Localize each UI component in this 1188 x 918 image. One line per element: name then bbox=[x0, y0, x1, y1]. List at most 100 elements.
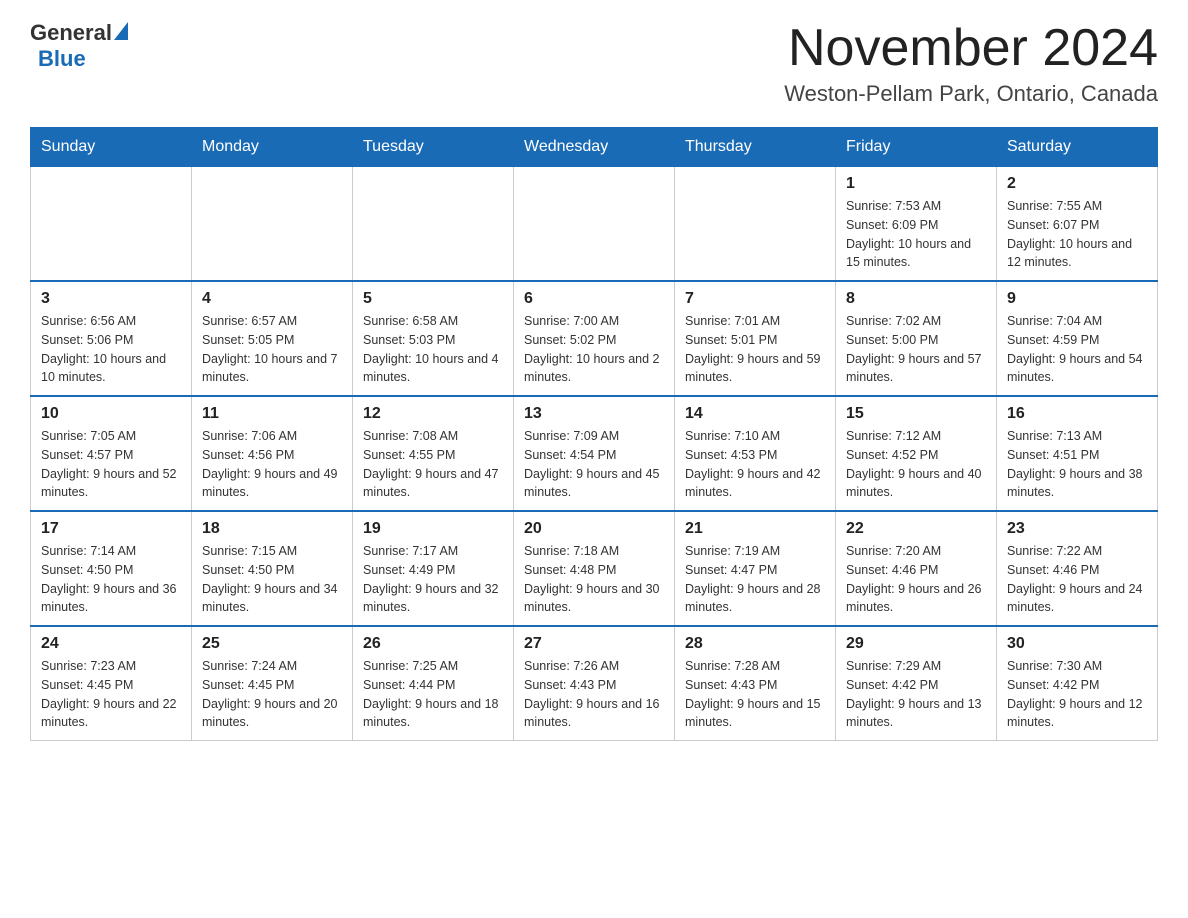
page-header: General Blue November 2024 Weston-Pellam… bbox=[30, 20, 1158, 107]
week-row-4: 17 Sunrise: 7:14 AMSunset: 4:50 PMDayligh… bbox=[31, 511, 1158, 626]
day-number: 8 bbox=[846, 290, 986, 308]
day-info: Sunrise: 7:02 AMSunset: 5:00 PMDaylight:… bbox=[846, 312, 986, 387]
day-cell bbox=[192, 167, 353, 282]
day-number: 13 bbox=[524, 405, 664, 423]
month-title: November 2024 bbox=[784, 20, 1158, 77]
day-info: Sunrise: 7:25 AMSunset: 4:44 PMDaylight:… bbox=[363, 657, 503, 732]
day-number: 4 bbox=[202, 290, 342, 308]
day-info: Sunrise: 7:08 AMSunset: 4:55 PMDaylight:… bbox=[363, 427, 503, 502]
day-number: 25 bbox=[202, 635, 342, 653]
day-cell: 5 Sunrise: 6:58 AMSunset: 5:03 PMDaylight… bbox=[353, 281, 514, 396]
day-number: 7 bbox=[685, 290, 825, 308]
week-row-5: 24Sunrise: 7:23 AMSunset: 4:45 PMDayligh… bbox=[31, 626, 1158, 741]
calendar-header-row: SundayMondayTuesdayWednesdayThursdayFrid… bbox=[31, 128, 1158, 167]
day-cell: 17 Sunrise: 7:14 AMSunset: 4:50 PMDayligh… bbox=[31, 511, 192, 626]
day-number: 28 bbox=[685, 635, 825, 653]
day-cell: 2 Sunrise: 7:55 AMSunset: 6:07 PMDaylight… bbox=[997, 167, 1158, 282]
week-row-1: 1 Sunrise: 7:53 AMSunset: 6:09 PMDaylight… bbox=[31, 167, 1158, 282]
day-info: Sunrise: 7:23 AMSunset: 4:45 PMDaylight:… bbox=[41, 657, 181, 732]
day-cell: 1 Sunrise: 7:53 AMSunset: 6:09 PMDaylight… bbox=[836, 167, 997, 282]
day-cell: 10 Sunrise: 7:05 AMSunset: 4:57 PMDayligh… bbox=[31, 396, 192, 511]
day-number: 17 bbox=[41, 520, 181, 538]
week-row-2: 3 Sunrise: 6:56 AMSunset: 5:06 PMDaylight… bbox=[31, 281, 1158, 396]
day-number: 5 bbox=[363, 290, 503, 308]
day-cell: 3 Sunrise: 6:56 AMSunset: 5:06 PMDaylight… bbox=[31, 281, 192, 396]
day-info: Sunrise: 7:26 AMSunset: 4:43 PMDaylight:… bbox=[524, 657, 664, 732]
day-cell: 27Sunrise: 7:26 AMSunset: 4:43 PMDayligh… bbox=[514, 626, 675, 741]
day-cell: 21 Sunrise: 7:19 AMSunset: 4:47 PMDayligh… bbox=[675, 511, 836, 626]
day-info: Sunrise: 7:04 AMSunset: 4:59 PMDaylight:… bbox=[1007, 312, 1147, 387]
day-info: Sunrise: 6:56 AMSunset: 5:06 PMDaylight:… bbox=[41, 312, 181, 387]
day-cell: 14Sunrise: 7:10 AMSunset: 4:53 PMDayligh… bbox=[675, 396, 836, 511]
day-number: 19 bbox=[363, 520, 503, 538]
day-info: Sunrise: 7:06 AMSunset: 4:56 PMDaylight:… bbox=[202, 427, 342, 502]
day-info: Sunrise: 7:19 AMSunset: 4:47 PMDaylight:… bbox=[685, 542, 825, 617]
day-number: 2 bbox=[1007, 175, 1147, 193]
calendar-table: SundayMondayTuesdayWednesdayThursdayFrid… bbox=[30, 127, 1158, 741]
header-thursday: Thursday bbox=[675, 128, 836, 167]
day-cell: 11 Sunrise: 7:06 AMSunset: 4:56 PMDayligh… bbox=[192, 396, 353, 511]
day-info: Sunrise: 7:10 AMSunset: 4:53 PMDaylight:… bbox=[685, 427, 825, 502]
day-cell: 6 Sunrise: 7:00 AMSunset: 5:02 PMDaylight… bbox=[514, 281, 675, 396]
day-cell: 25Sunrise: 7:24 AMSunset: 4:45 PMDayligh… bbox=[192, 626, 353, 741]
day-cell: 28 Sunrise: 7:28 AMSunset: 4:43 PMDayligh… bbox=[675, 626, 836, 741]
day-cell: 8 Sunrise: 7:02 AMSunset: 5:00 PMDaylight… bbox=[836, 281, 997, 396]
day-number: 6 bbox=[524, 290, 664, 308]
day-number: 20 bbox=[524, 520, 664, 538]
header-friday: Friday bbox=[836, 128, 997, 167]
day-info: Sunrise: 7:55 AMSunset: 6:07 PMDaylight:… bbox=[1007, 197, 1147, 272]
logo: General Blue bbox=[30, 20, 128, 72]
day-cell bbox=[675, 167, 836, 282]
day-number: 21 bbox=[685, 520, 825, 538]
day-info: Sunrise: 7:12 AMSunset: 4:52 PMDaylight:… bbox=[846, 427, 986, 502]
header-tuesday: Tuesday bbox=[353, 128, 514, 167]
day-cell: 7Sunrise: 7:01 AMSunset: 5:01 PMDaylight… bbox=[675, 281, 836, 396]
logo-triangle-icon bbox=[114, 22, 128, 40]
logo-blue-text: Blue bbox=[38, 46, 86, 71]
day-cell: 20 Sunrise: 7:18 AMSunset: 4:48 PMDayligh… bbox=[514, 511, 675, 626]
day-cell: 12 Sunrise: 7:08 AMSunset: 4:55 PMDayligh… bbox=[353, 396, 514, 511]
day-info: Sunrise: 7:28 AMSunset: 4:43 PMDaylight:… bbox=[685, 657, 825, 732]
day-info: Sunrise: 7:14 AMSunset: 4:50 PMDaylight:… bbox=[41, 542, 181, 617]
day-info: Sunrise: 7:53 AMSunset: 6:09 PMDaylight:… bbox=[846, 197, 986, 272]
day-cell: 4 Sunrise: 6:57 AMSunset: 5:05 PMDaylight… bbox=[192, 281, 353, 396]
day-number: 18 bbox=[202, 520, 342, 538]
day-cell: 26 Sunrise: 7:25 AMSunset: 4:44 PMDayligh… bbox=[353, 626, 514, 741]
day-cell: 13 Sunrise: 7:09 AMSunset: 4:54 PMDayligh… bbox=[514, 396, 675, 511]
week-row-3: 10 Sunrise: 7:05 AMSunset: 4:57 PMDayligh… bbox=[31, 396, 1158, 511]
day-cell bbox=[31, 167, 192, 282]
day-info: Sunrise: 7:13 AMSunset: 4:51 PMDaylight:… bbox=[1007, 427, 1147, 502]
day-cell: 9Sunrise: 7:04 AMSunset: 4:59 PMDaylight… bbox=[997, 281, 1158, 396]
day-info: Sunrise: 7:15 AMSunset: 4:50 PMDaylight:… bbox=[202, 542, 342, 617]
day-info: Sunrise: 6:58 AMSunset: 5:03 PMDaylight:… bbox=[363, 312, 503, 387]
day-info: Sunrise: 7:22 AMSunset: 4:46 PMDaylight:… bbox=[1007, 542, 1147, 617]
day-number: 12 bbox=[363, 405, 503, 423]
day-info: Sunrise: 7:30 AMSunset: 4:42 PMDaylight:… bbox=[1007, 657, 1147, 732]
header-wednesday: Wednesday bbox=[514, 128, 675, 167]
day-info: Sunrise: 7:17 AMSunset: 4:49 PMDaylight:… bbox=[363, 542, 503, 617]
day-info: Sunrise: 6:57 AMSunset: 5:05 PMDaylight:… bbox=[202, 312, 342, 387]
day-info: Sunrise: 7:00 AMSunset: 5:02 PMDaylight:… bbox=[524, 312, 664, 387]
day-number: 11 bbox=[202, 405, 342, 423]
day-info: Sunrise: 7:09 AMSunset: 4:54 PMDaylight:… bbox=[524, 427, 664, 502]
day-info: Sunrise: 7:05 AMSunset: 4:57 PMDaylight:… bbox=[41, 427, 181, 502]
day-number: 3 bbox=[41, 290, 181, 308]
day-cell: 24Sunrise: 7:23 AMSunset: 4:45 PMDayligh… bbox=[31, 626, 192, 741]
day-number: 1 bbox=[846, 175, 986, 193]
day-cell: 15Sunrise: 7:12 AMSunset: 4:52 PMDayligh… bbox=[836, 396, 997, 511]
day-number: 30 bbox=[1007, 635, 1147, 653]
day-cell: 16Sunrise: 7:13 AMSunset: 4:51 PMDayligh… bbox=[997, 396, 1158, 511]
day-number: 22 bbox=[846, 520, 986, 538]
location-title: Weston-Pellam Park, Ontario, Canada bbox=[784, 81, 1158, 107]
day-cell: 30 Sunrise: 7:30 AMSunset: 4:42 PMDayligh… bbox=[997, 626, 1158, 741]
day-number: 10 bbox=[41, 405, 181, 423]
day-info: Sunrise: 7:29 AMSunset: 4:42 PMDaylight:… bbox=[846, 657, 986, 732]
day-cell: 29Sunrise: 7:29 AMSunset: 4:42 PMDayligh… bbox=[836, 626, 997, 741]
day-info: Sunrise: 7:18 AMSunset: 4:48 PMDaylight:… bbox=[524, 542, 664, 617]
day-cell bbox=[514, 167, 675, 282]
day-number: 26 bbox=[363, 635, 503, 653]
header-sunday: Sunday bbox=[31, 128, 192, 167]
day-number: 23 bbox=[1007, 520, 1147, 538]
day-cell: 23 Sunrise: 7:22 AMSunset: 4:46 PMDayligh… bbox=[997, 511, 1158, 626]
day-cell: 22Sunrise: 7:20 AMSunset: 4:46 PMDayligh… bbox=[836, 511, 997, 626]
